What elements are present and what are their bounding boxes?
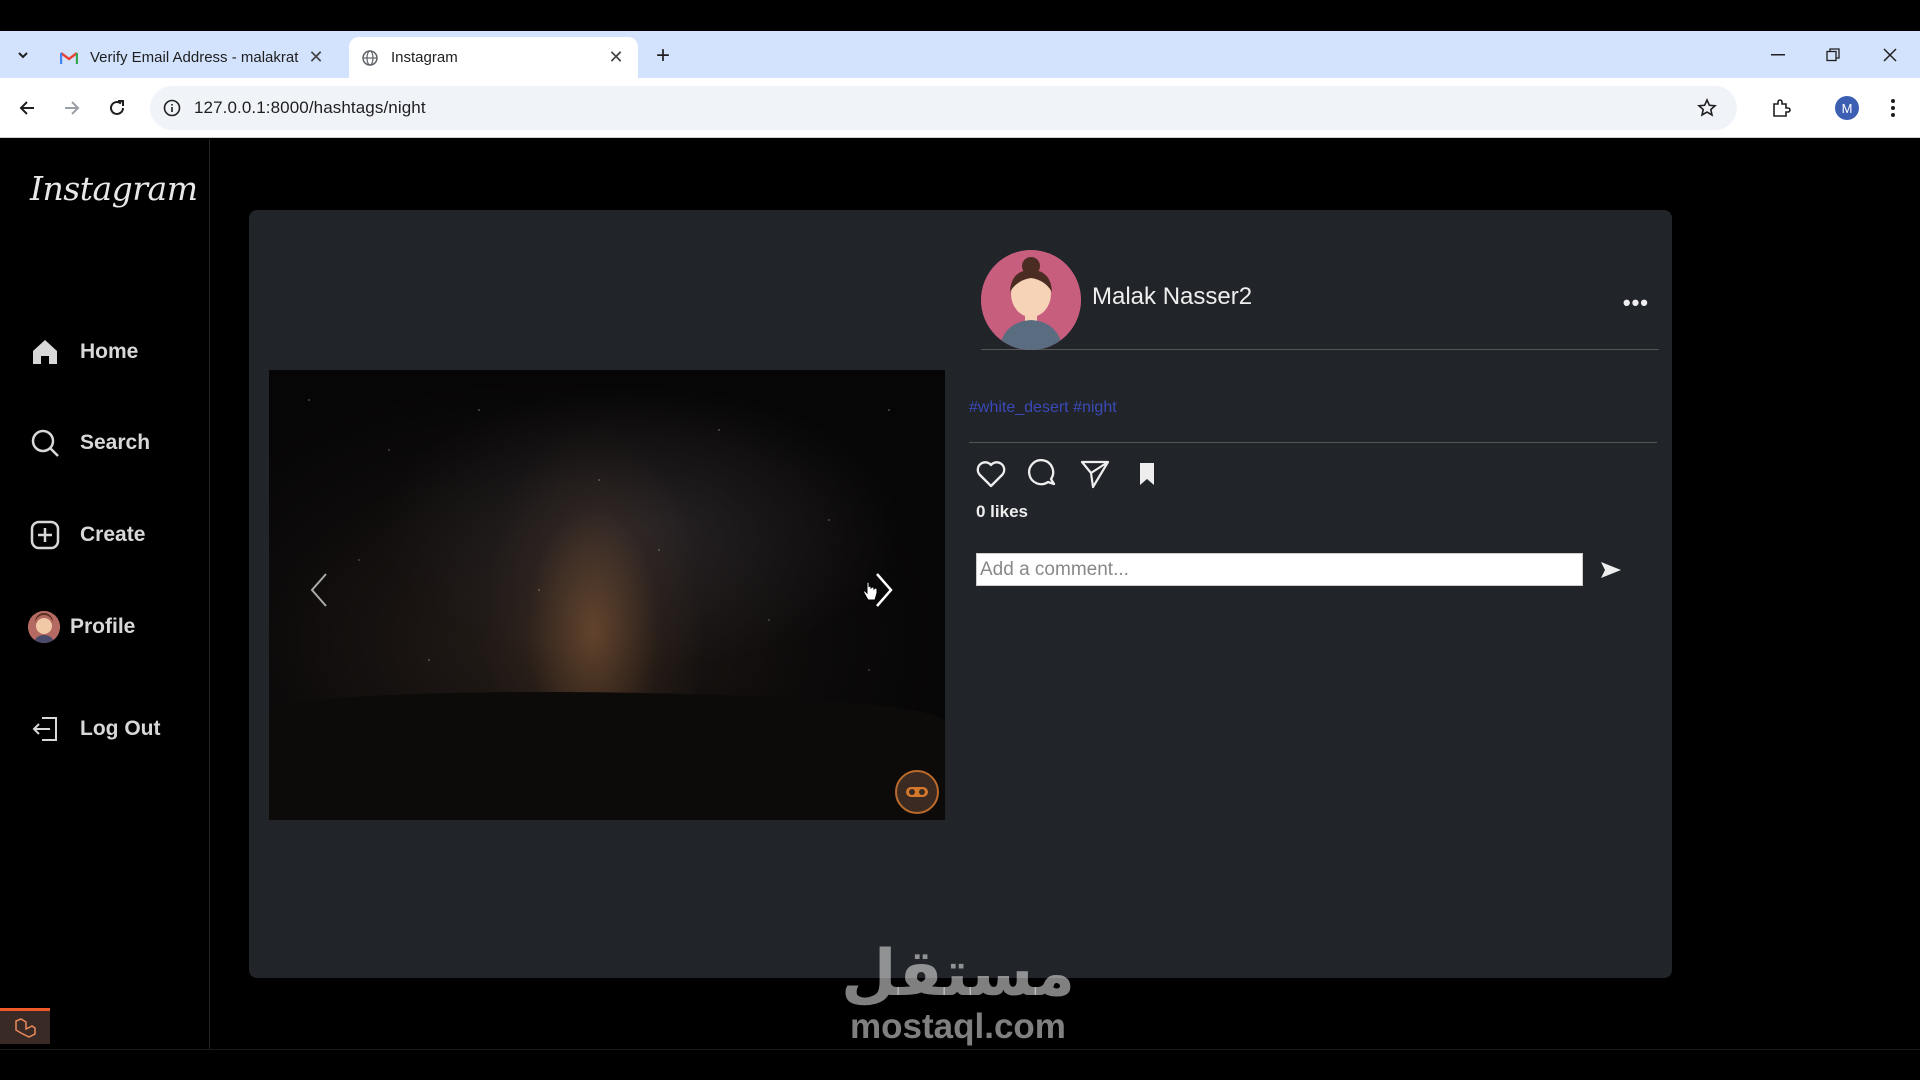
screen-top-bar bbox=[0, 0, 1920, 31]
close-icon[interactable]: ✕ bbox=[606, 47, 626, 68]
url-text[interactable]: 127.0.0.1:8000/hashtags/night bbox=[194, 98, 426, 118]
arrow-right-icon bbox=[65, 101, 80, 115]
sidebar-item-search[interactable]: Search bbox=[28, 426, 150, 460]
send-arrow-icon bbox=[1601, 562, 1621, 578]
puzzle-icon bbox=[1773, 99, 1791, 117]
forward-button[interactable] bbox=[56, 92, 88, 124]
tab-instagram[interactable]: Instagram ✕ bbox=[349, 37, 638, 78]
avatar[interactable] bbox=[981, 250, 1081, 350]
app-badge[interactable] bbox=[0, 1008, 50, 1044]
hand-cursor-icon bbox=[863, 581, 878, 601]
post-comment-button[interactable] bbox=[1598, 557, 1624, 583]
more-options-icon[interactable]: ••• bbox=[1623, 290, 1649, 316]
post-actions bbox=[974, 457, 1182, 491]
menu-button[interactable] bbox=[1877, 92, 1909, 124]
comment-button[interactable] bbox=[1026, 457, 1060, 491]
comment-icon bbox=[1028, 459, 1056, 486]
sidebar-item-label: Profile bbox=[70, 615, 136, 638]
sidebar-item-label: Log Out bbox=[80, 717, 161, 740]
tab-strip: Verify Email Address - malakrat ✕ Instag… bbox=[0, 31, 1920, 78]
tab-title: Instagram bbox=[391, 49, 458, 66]
tab-gmail[interactable]: Verify Email Address - malakrat ✕ bbox=[48, 37, 338, 78]
instagram-logo[interactable]: Instagram bbox=[30, 169, 198, 208]
bookmark-star-icon[interactable] bbox=[1695, 96, 1719, 120]
home-icon bbox=[28, 335, 62, 369]
avatar bbox=[28, 611, 60, 643]
likes-count: 0 likes bbox=[976, 502, 1028, 521]
logout-icon bbox=[28, 712, 62, 746]
post-username[interactable]: Malak Nasser2 bbox=[1092, 283, 1252, 311]
site-info-icon[interactable] bbox=[150, 86, 194, 130]
minimize-button[interactable] bbox=[1760, 41, 1796, 69]
sidebar-item-profile[interactable]: Profile bbox=[28, 611, 135, 643]
sidebar: Instagram Home Search Create Profile Log… bbox=[0, 139, 210, 1049]
divider bbox=[969, 442, 1657, 443]
mostaql-watermark: مستقل mostaql.com bbox=[838, 939, 1078, 1045]
sidebar-item-label: Create bbox=[80, 523, 146, 546]
close-icon bbox=[1883, 48, 1897, 62]
reload-icon bbox=[110, 100, 124, 115]
plus-square-icon bbox=[28, 518, 62, 552]
profile-avatar: M bbox=[1835, 96, 1859, 120]
post-hashtags[interactable]: #white_desert #night bbox=[969, 399, 1117, 417]
minimize-icon bbox=[1771, 54, 1785, 56]
tab-title: Verify Email Address - malakrat bbox=[90, 49, 299, 66]
divider bbox=[0, 1049, 1920, 1050]
watermark-arabic: مستقل bbox=[840, 937, 1076, 1011]
like-button[interactable] bbox=[974, 457, 1008, 491]
comment-input[interactable] bbox=[976, 553, 1583, 586]
close-icon[interactable]: ✕ bbox=[306, 47, 326, 68]
post-image bbox=[269, 370, 945, 820]
heart-icon bbox=[976, 461, 1006, 488]
sidebar-item-home[interactable]: Home bbox=[28, 335, 138, 369]
restore-icon bbox=[1826, 48, 1840, 62]
tab-search-button[interactable] bbox=[8, 40, 38, 70]
arrow-left-icon bbox=[19, 101, 34, 115]
chevron-left-icon bbox=[310, 573, 327, 607]
chevron-down-icon bbox=[18, 52, 28, 59]
instagram-page: Instagram Home Search Create Profile Log… bbox=[0, 139, 1920, 1080]
sidebar-item-logout[interactable]: Log Out bbox=[28, 712, 160, 746]
browser-toolbar: 127.0.0.1:8000/hashtags/night M bbox=[0, 78, 1920, 138]
laravel-icon bbox=[15, 1017, 36, 1038]
kebab-menu-icon bbox=[1891, 99, 1895, 117]
horizon bbox=[269, 692, 945, 820]
sidebar-item-label: Home bbox=[80, 340, 139, 363]
share-button[interactable] bbox=[1078, 457, 1112, 491]
photo-watermark-logo bbox=[895, 770, 939, 814]
reload-button[interactable] bbox=[101, 92, 133, 124]
watermark-latin: mostaql.com bbox=[850, 1007, 1066, 1046]
sidebar-item-label: Search bbox=[80, 431, 151, 454]
post-header: Malak Nasser2 ••• bbox=[981, 250, 1659, 350]
back-button[interactable] bbox=[11, 92, 43, 124]
send-icon bbox=[1080, 460, 1110, 489]
profile-button[interactable]: M bbox=[1831, 92, 1863, 124]
gmail-icon bbox=[60, 49, 78, 67]
bookmark-icon bbox=[1140, 463, 1154, 485]
save-button[interactable] bbox=[1130, 457, 1164, 491]
carousel-prev-button[interactable] bbox=[299, 570, 339, 610]
restore-button[interactable] bbox=[1815, 41, 1851, 69]
sidebar-item-create[interactable]: Create bbox=[28, 518, 145, 552]
globe-icon bbox=[361, 49, 379, 67]
close-window-button[interactable] bbox=[1872, 41, 1908, 69]
new-tab-button[interactable]: + bbox=[650, 42, 676, 69]
extensions-button[interactable] bbox=[1765, 92, 1797, 124]
post-card: Malak Nasser2 ••• #white_desert #night 0… bbox=[249, 210, 1672, 978]
address-bar[interactable]: 127.0.0.1:8000/hashtags/night bbox=[150, 86, 1737, 130]
search-icon bbox=[28, 426, 62, 460]
